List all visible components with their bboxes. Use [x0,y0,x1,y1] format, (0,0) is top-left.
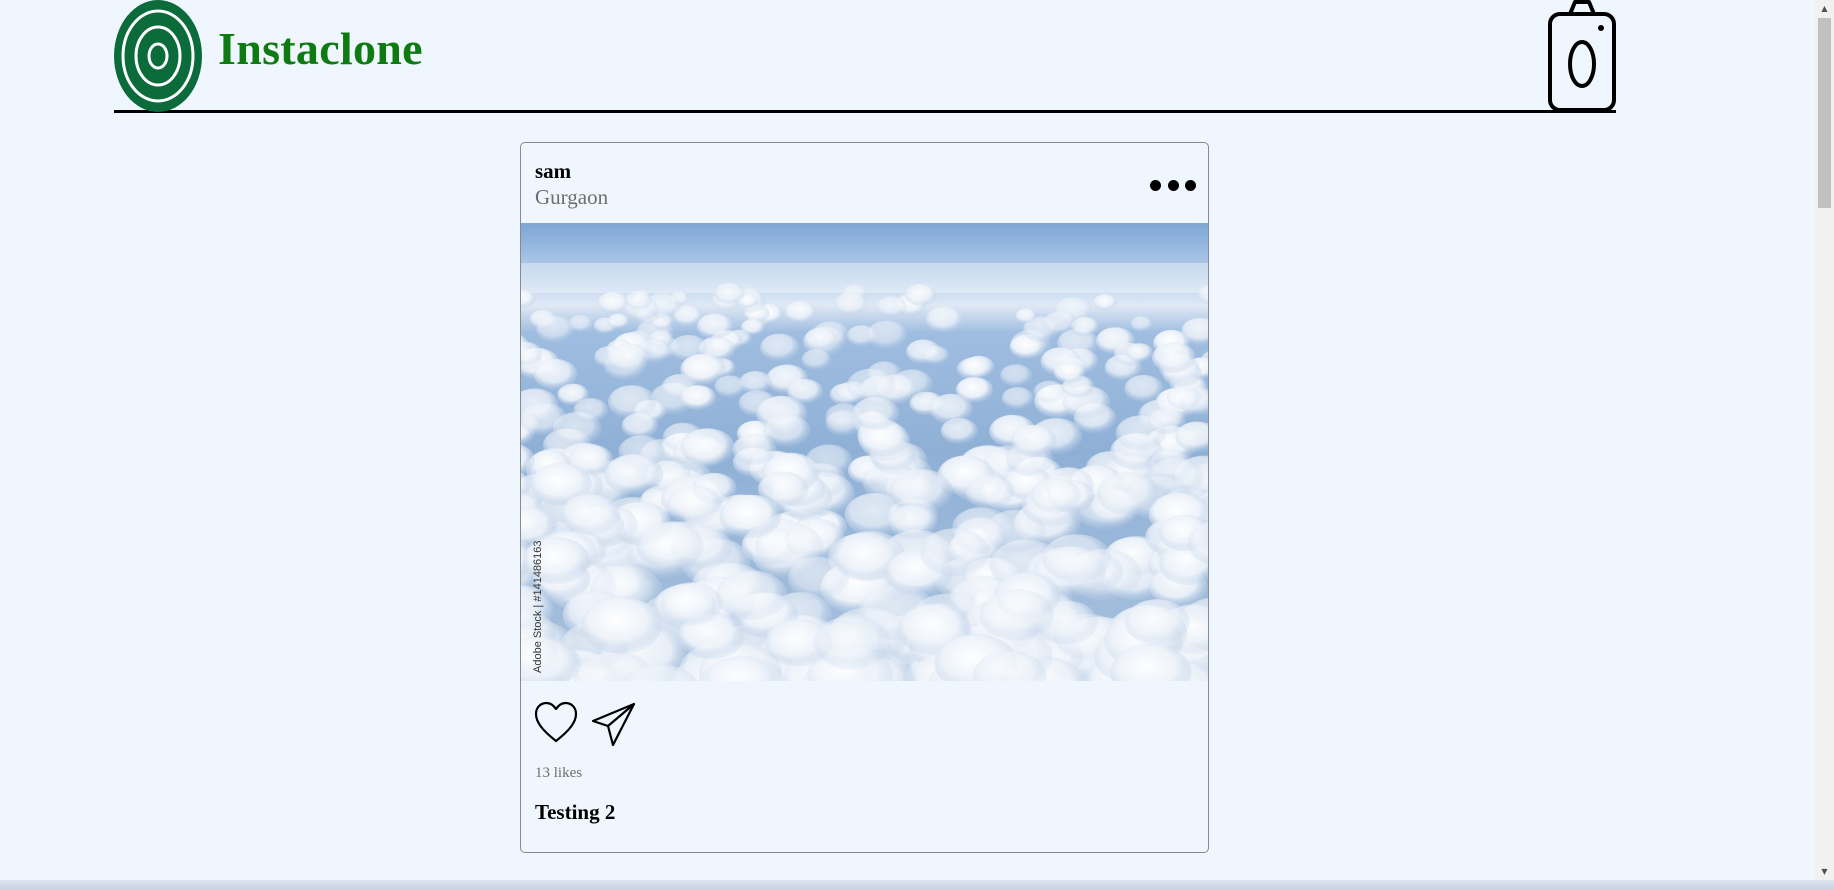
likes-count: 13 likes [535,765,583,781]
cloud-field [521,282,1208,681]
post-location: Gurgaon [535,185,609,209]
post-caption: Testing 2 [535,800,616,824]
target-logo-icon[interactable] [114,0,202,112]
scroll-up-icon[interactable]: ▲ [1815,0,1834,17]
bottom-bar [0,880,1834,890]
post-image: Adobe Stock | #141486163 [521,223,1208,681]
post-card: sam Gurgaon Adobe Stock | #141486163 13 … [520,142,1209,853]
camera-icon[interactable] [1548,0,1616,112]
vertical-scrollbar[interactable]: ▲ ▼ [1815,0,1834,880]
scroll-down-icon[interactable]: ▼ [1815,863,1834,880]
send-icon[interactable] [591,701,637,747]
heart-icon[interactable] [534,701,578,745]
more-horizontal-icon [1150,179,1161,191]
page: Instaclone sam Gurgaon Adobe Stock | #14… [0,0,1834,890]
post-username[interactable]: sam [535,159,571,184]
scrollbar-thumb[interactable] [1818,18,1831,208]
image-watermark: Adobe Stock | #141486163 [532,540,544,673]
more-options-button[interactable] [1150,175,1196,195]
app-header: Instaclone [114,0,1616,113]
brand-title: Instaclone [218,23,423,74]
